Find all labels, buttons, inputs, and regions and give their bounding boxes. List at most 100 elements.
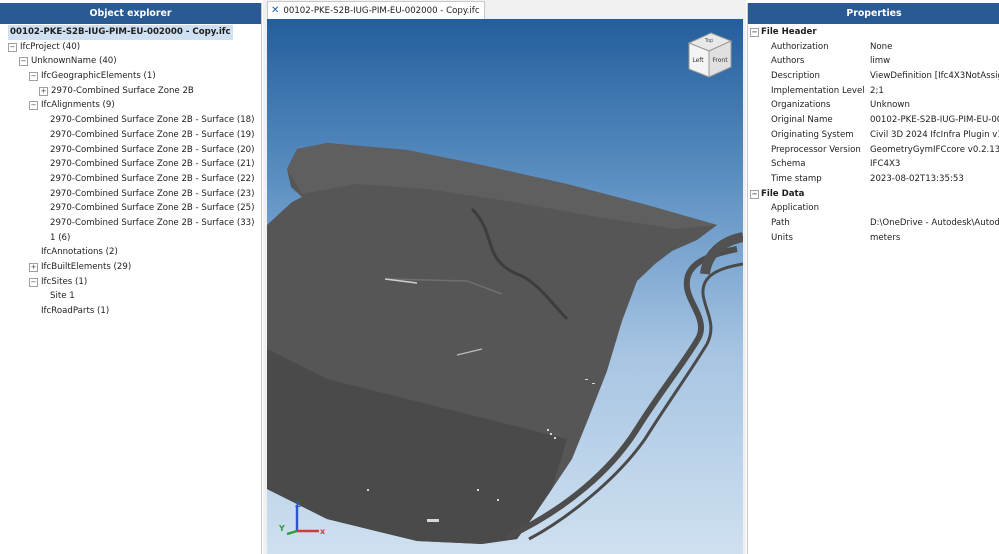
terrain-model <box>267 143 743 544</box>
tree-node[interactable]: 2970-Combined Surface Zone 2B - Surface … <box>0 113 261 128</box>
tree-node[interactable]: − IfcGeographicElements (1) <box>0 69 261 84</box>
property-row[interactable]: Time stamp 2023-08-02T13:35:53 <box>748 172 999 187</box>
property-value: meters <box>870 232 901 243</box>
property-key: Authors <box>771 56 805 67</box>
tree-node-label: 2970-Combined Surface Zone 2B - Surface … <box>50 173 255 184</box>
property-key: Time stamp <box>771 173 822 184</box>
property-row[interactable]: Application <box>748 201 999 216</box>
property-value: 2;1 <box>870 85 884 96</box>
tree-node-label: IfcBuiltElements (29) <box>41 262 132 272</box>
property-group-header[interactable]: − File Header <box>748 25 999 40</box>
property-value: 00102-PKE-S2B-IUG-PIM-EU-002000 <box>870 115 999 126</box>
tree-node[interactable]: 2970-Combined Surface Zone 2B - Surface … <box>0 201 261 216</box>
viewport-pane: ✕ 00102-PKE-S2B-IUG-PIM-EU-002000 - Copy.… <box>263 0 746 554</box>
tree-node[interactable]: 2970-Combined Surface Zone 2B - Surface … <box>0 157 261 172</box>
object-explorer-title: Object explorer <box>0 3 261 24</box>
property-key: Authorization <box>771 41 829 52</box>
view-cube-front-label: Front <box>712 57 728 64</box>
tree-node-label: IfcProject (40) <box>20 41 81 52</box>
property-row[interactable]: Originating System Civil 3D 2024 IfcInfra… <box>748 128 999 143</box>
tree-node[interactable]: 2970-Combined Surface Zone 2B - Surface … <box>0 128 261 143</box>
property-row[interactable]: Preprocessor Version GeometryGymIFCcore v… <box>748 143 999 158</box>
3d-viewport[interactable]: Top Left Front Z x Y <box>267 19 743 554</box>
tree-node-label: IfcGeographicElements (1) <box>41 71 156 82</box>
property-key: Path <box>771 217 790 228</box>
property-key: Description <box>771 71 820 82</box>
tree-node-label: IfcAnnotations (2) <box>41 247 118 258</box>
property-value: IFC4X3 <box>870 159 901 170</box>
tree-node[interactable]: 1 (6) <box>0 231 261 246</box>
tree-node[interactable]: IfcAnnotations (2) <box>0 245 261 260</box>
property-key: Organizations <box>771 100 831 111</box>
property-value: ViewDefinition [Ifc4X3NotAssigned] <box>870 71 999 82</box>
tree-root-file[interactable]: 00102-PKE-S2B-IUG-PIM-EU-002000 - Copy.i… <box>0 25 261 40</box>
y-axis-label: Y <box>278 524 285 533</box>
tree-node-label: IfcRoadParts (1) <box>41 306 110 317</box>
property-key: Implementation Level <box>771 85 865 96</box>
property-row[interactable]: Path D:\OneDrive - Autodesk\Autodesk <box>748 216 999 231</box>
tree-node[interactable]: 2970-Combined Surface Zone 2B - Surface … <box>0 172 261 187</box>
property-row[interactable]: Schema IFC4X3 <box>748 157 999 172</box>
close-tab-icon[interactable]: ✕ <box>271 5 279 16</box>
tree-node-label: UnknownName (40) <box>31 56 117 67</box>
x-axis-label: x <box>320 527 326 536</box>
property-row[interactable]: Original Name 00102-PKE-S2B-IUG-PIM-EU-00… <box>748 113 999 128</box>
expand-toggle-icon[interactable]: + <box>39 86 48 96</box>
property-key: Original Name <box>771 115 833 126</box>
axis-triad: Z x Y <box>278 500 326 536</box>
expand-toggle-icon[interactable]: + <box>29 263 38 272</box>
tree-node[interactable]: 2970-Combined Surface Zone 2B - Surface … <box>0 187 261 202</box>
property-group-label: File Header <box>761 27 817 37</box>
collapse-toggle-icon[interactable]: − <box>750 28 759 37</box>
tree-node-label: IfcSites (1) <box>41 276 88 287</box>
property-value: D:\OneDrive - Autodesk\Autodesk <box>870 217 999 228</box>
tree-node-label: 1 (6) <box>50 232 71 243</box>
property-group-header[interactable]: − File Data <box>748 187 999 202</box>
collapse-toggle-icon[interactable]: − <box>29 101 38 111</box>
tree-node[interactable]: − IfcAlignments (9) <box>0 98 261 113</box>
object-explorer-panel: Object explorer 00102-PKE-S2B-IUG-PIM-EU… <box>0 3 262 554</box>
tree-node-label: 2970-Combined Surface Zone 2B - Surface … <box>50 203 255 214</box>
collapse-toggle-icon[interactable]: − <box>750 189 759 199</box>
property-row[interactable]: Implementation Level 2;1 <box>748 84 999 99</box>
collapse-toggle-icon[interactable]: − <box>19 57 28 67</box>
property-value: None <box>870 41 893 52</box>
tree-node-label: 2970-Combined Surface Zone 2B - Surface … <box>50 188 255 199</box>
property-row[interactable]: Organizations Unknown <box>748 98 999 113</box>
properties-grid: − File Header Authorization None Authors limw… <box>748 25 999 245</box>
property-value: Unknown <box>870 100 910 111</box>
tree-node[interactable]: − UnknownName (40) <box>0 54 261 69</box>
tree-node[interactable]: 2970-Combined Surface Zone 2B - Surface … <box>0 143 261 158</box>
property-key: Schema <box>771 159 806 170</box>
property-row[interactable]: Units meters <box>748 231 999 246</box>
property-value: 2023-08-02T13:35:53 <box>870 173 964 184</box>
property-key: Units <box>771 232 793 243</box>
tree-node-label: 00102-PKE-S2B-IUG-PIM-EU-002000 - Copy.i… <box>8 25 233 40</box>
tree-node[interactable]: 2970-Combined Surface Zone 2B - Surface … <box>0 216 261 231</box>
property-value: Civil 3D 2024 IfcInfra Plugin v13.0 <box>870 129 999 140</box>
tree-node[interactable]: + IfcBuiltElements (29) <box>0 260 261 275</box>
tree-node[interactable]: IfcRoadParts (1) <box>0 304 261 319</box>
view-cube-left-label: Left <box>692 57 704 64</box>
tree-node-label: 2970-Combined Surface Zone 2B - Surface … <box>50 129 255 140</box>
tree-node[interactable]: − IfcProject (40) <box>0 40 261 55</box>
properties-title: Properties <box>748 3 999 24</box>
collapse-toggle-icon[interactable]: − <box>8 42 17 52</box>
object-tree[interactable]: 00102-PKE-S2B-IUG-PIM-EU-002000 - Copy.i… <box>0 25 261 319</box>
tree-node[interactable]: +2970-Combined Surface Zone 2B <box>0 84 261 99</box>
view-cube[interactable]: Top Left Front <box>687 29 735 79</box>
tree-node[interactable]: − IfcSites (1) <box>0 275 261 290</box>
document-tab-label: 00102-PKE-S2B-IUG-PIM-EU-002000 - Copy.i… <box>283 6 480 16</box>
property-key: Originating System <box>771 129 854 140</box>
property-row[interactable]: Authors limw <box>748 54 999 69</box>
document-tab[interactable]: ✕ 00102-PKE-S2B-IUG-PIM-EU-002000 - Copy.… <box>267 1 485 19</box>
tree-node-label: 2970-Combined Surface Zone 2B - Surface … <box>50 159 255 170</box>
property-row[interactable]: Description ViewDefinition [Ifc4X3NotAssi… <box>748 69 999 84</box>
property-key: Preprocessor Version <box>771 144 861 155</box>
property-row[interactable]: Authorization None <box>748 40 999 55</box>
tree-node[interactable]: Site 1 <box>0 289 261 304</box>
collapse-toggle-icon[interactable]: − <box>29 277 38 287</box>
view-cube-top-label: Top <box>704 38 713 44</box>
collapse-toggle-icon[interactable]: − <box>29 72 38 82</box>
z-axis-label: Z <box>295 500 301 509</box>
